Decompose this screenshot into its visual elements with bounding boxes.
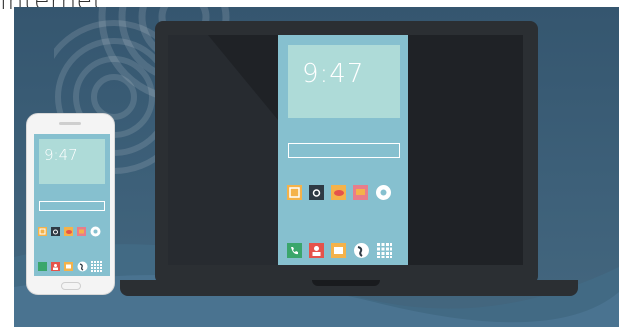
- clock-time: 9:47: [302, 59, 365, 89]
- laptop-app-screen[interactable]: 9:47: [278, 35, 408, 265]
- phone-icon[interactable]: [38, 262, 47, 271]
- messages-icon[interactable]: [77, 227, 86, 236]
- photos-icon[interactable]: [38, 227, 47, 236]
- mail-icon[interactable]: [331, 243, 346, 258]
- contacts-icon[interactable]: [51, 262, 60, 271]
- camera-icon[interactable]: [309, 185, 324, 200]
- settings-icon[interactable]: [375, 184, 392, 201]
- fish-icon[interactable]: [331, 185, 346, 200]
- settings-icon[interactable]: [90, 226, 101, 237]
- smartphone: 9:47: [26, 113, 115, 295]
- phone-clock-time: 9:47: [44, 146, 78, 164]
- fish-icon[interactable]: [64, 227, 73, 236]
- contacts-icon[interactable]: [309, 243, 324, 258]
- phone-speaker: [59, 122, 81, 125]
- clock-widget: 9:47: [288, 45, 400, 118]
- phone-search-bar[interactable]: [39, 201, 105, 211]
- browser-icon[interactable]: [353, 242, 370, 259]
- apps-grid-icon[interactable]: [376, 242, 393, 259]
- phone-icon[interactable]: [287, 243, 302, 258]
- laptop-trackpad-notch: [312, 280, 380, 286]
- camera-icon[interactable]: [51, 227, 60, 236]
- search-bar[interactable]: [288, 143, 400, 158]
- browser-icon[interactable]: [77, 261, 88, 272]
- mail-icon[interactable]: [64, 262, 73, 271]
- photos-icon[interactable]: [287, 185, 302, 200]
- messages-icon[interactable]: [353, 185, 368, 200]
- phone-home-button[interactable]: [61, 282, 81, 290]
- phone-clock-widget: 9:47: [39, 139, 105, 184]
- phone-app-screen[interactable]: 9:47: [34, 134, 110, 276]
- apps-grid-icon[interactable]: [91, 261, 102, 272]
